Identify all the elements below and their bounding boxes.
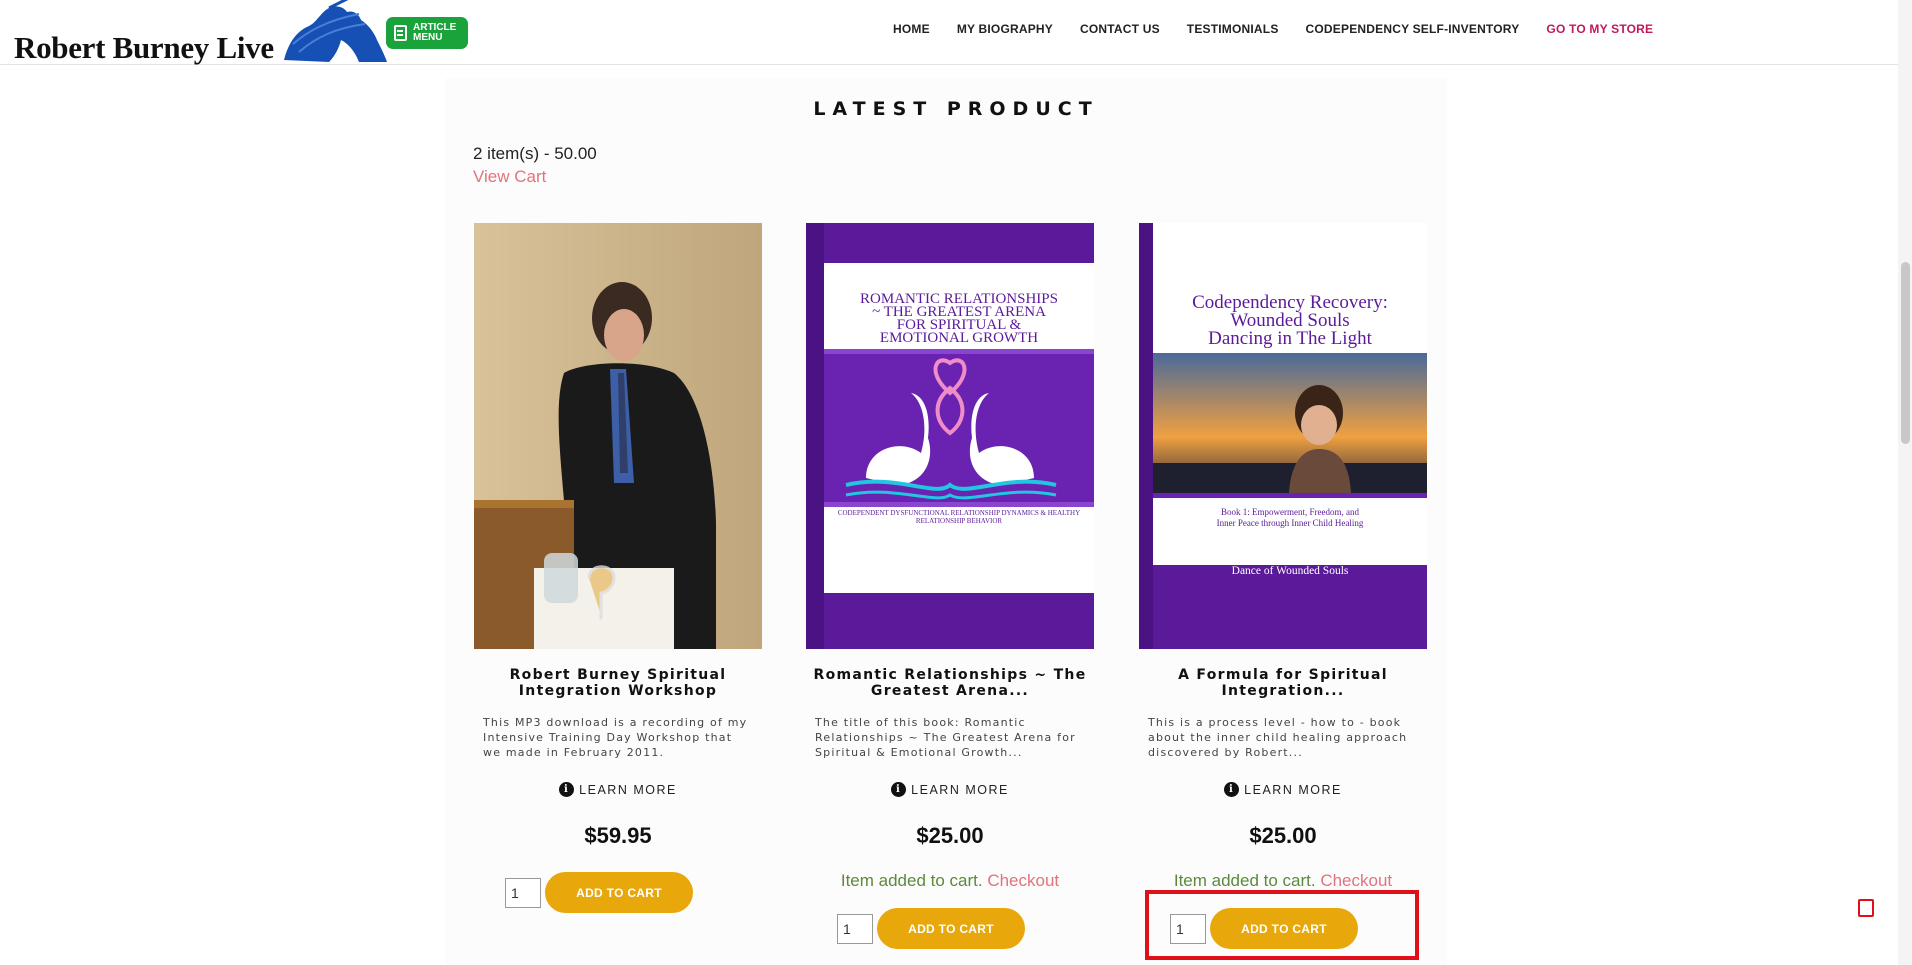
- product-description: This is a process level - how to - book …: [1148, 716, 1408, 759]
- product-title[interactable]: Robert Burney Spiritual Integration Work…: [474, 667, 762, 701]
- info-icon: i: [559, 782, 575, 797]
- add-to-cart-button[interactable]: ADD TO CART: [877, 908, 1025, 949]
- bookmark-icon[interactable]: [1858, 899, 1874, 917]
- learn-more-label: LEARN MORE: [911, 782, 1009, 797]
- nav-contact-us[interactable]: CONTACT US: [1080, 22, 1160, 36]
- add-to-cart-row: 1 ADD TO CART: [505, 872, 693, 913]
- item-added-notice: Item added to cart. Checkout: [1139, 871, 1427, 891]
- section-title: LATEST PRODUCT: [813, 98, 1099, 120]
- product-price: $25.00: [916, 823, 984, 848]
- checkout-link[interactable]: Checkout: [987, 871, 1059, 890]
- product-card: Robert Burney Spiritual Integration Work…: [474, 223, 762, 849]
- scrollbar-thumb[interactable]: [1901, 262, 1910, 444]
- product-title[interactable]: Romantic Relationships ~ The Greatest Ar…: [806, 667, 1094, 701]
- article-menu-label: ARTICLE MENU: [413, 22, 457, 43]
- learn-more-link[interactable]: i LEARN MORE: [1139, 782, 1427, 797]
- highlight-box: [1145, 890, 1419, 960]
- site-logo[interactable]: Robert Burney Live: [14, 0, 387, 65]
- product-card: Codependency Recovery: Wounded Souls Dan…: [1139, 223, 1427, 849]
- item-added-text: Item added to cart.: [840, 871, 983, 890]
- article-menu-button[interactable]: ARTICLE MENU: [386, 17, 468, 49]
- document-icon: [394, 25, 407, 41]
- main-nav: HOME MY BIOGRAPHY CONTACT US TESTIMONIAL…: [893, 22, 1653, 36]
- site-header: Robert Burney Live ARTICLE MENU HOME MY …: [0, 0, 1912, 65]
- scrollbar[interactable]: [1898, 0, 1912, 965]
- cover-author-line: Dance of Wounded Souls: [1232, 565, 1349, 577]
- cover-title-line: EMOTIONAL GROWTH: [880, 330, 1038, 346]
- info-icon: i: [891, 782, 907, 797]
- item-added-notice: Item added to cart. Checkout: [806, 871, 1094, 891]
- learn-more-link[interactable]: i LEARN MORE: [474, 782, 762, 797]
- item-added-text: Item added to cart.: [1173, 871, 1316, 890]
- cover-title-line: Dancing in The Light: [1208, 328, 1372, 349]
- product-price: $59.95: [584, 823, 652, 848]
- info-icon: i: [1224, 782, 1240, 797]
- view-cart-link[interactable]: View Cart: [473, 167, 546, 187]
- nav-home[interactable]: HOME: [893, 22, 930, 36]
- add-to-cart-row: 1 ADD TO CART: [837, 908, 1025, 949]
- nav-testimonials[interactable]: TESTIMONIALS: [1187, 22, 1279, 36]
- cover-subtitle: CODEPENDENT DYSFUNCTIONAL RELATIONSHIP D…: [837, 509, 1081, 525]
- product-price: $25.00: [1249, 823, 1317, 848]
- quantity-input[interactable]: 1: [505, 877, 541, 908]
- learn-more-label: LEARN MORE: [1244, 782, 1342, 797]
- unicorn-logo-icon: [284, 0, 387, 63]
- logo-text: Robert Burney Live: [14, 30, 274, 65]
- learn-more-label: LEARN MORE: [579, 782, 677, 797]
- product-description: This MP3 download is a recording of my I…: [483, 716, 748, 759]
- nav-go-to-my-store[interactable]: GO TO MY STORE: [1546, 22, 1653, 36]
- product-image[interactable]: Codependency Recovery: Wounded Souls Dan…: [1139, 223, 1427, 649]
- cover-author-line: Robert Burney: [1256, 541, 1324, 553]
- add-to-cart-button[interactable]: ADD TO CART: [545, 872, 693, 913]
- checkout-link[interactable]: Checkout: [1320, 871, 1392, 890]
- cover-author-line: Author of Codependence: The: [1220, 553, 1359, 565]
- cover-author-line: THE DANCE OF WOUNDED SOULS: [863, 571, 1055, 585]
- product-image[interactable]: [474, 223, 762, 649]
- cover-subtitle-line: Book 1: Empowerment, Freedom, and: [1221, 507, 1359, 517]
- product-title[interactable]: A Formula for Spiritual Integration...: [1139, 667, 1427, 701]
- product-card: ROMANTIC RELATIONSHIPS ~ THE GREATEST AR…: [806, 223, 1094, 849]
- product-image[interactable]: ROMANTIC RELATIONSHIPS ~ THE GREATEST AR…: [806, 223, 1094, 649]
- nav-self-inventory[interactable]: CODEPENDENCY SELF-INVENTORY: [1306, 22, 1520, 36]
- cover-subtitle-line: Inner Peace through Inner Child Healing: [1217, 518, 1364, 528]
- nav-my-biography[interactable]: MY BIOGRAPHY: [957, 22, 1053, 36]
- cart-summary: 2 item(s) - 50.00: [473, 144, 597, 163]
- quantity-input[interactable]: 1: [837, 913, 873, 944]
- product-description: The title of this book: Romantic Relatio…: [815, 716, 1076, 759]
- learn-more-link[interactable]: i LEARN MORE: [806, 782, 1094, 797]
